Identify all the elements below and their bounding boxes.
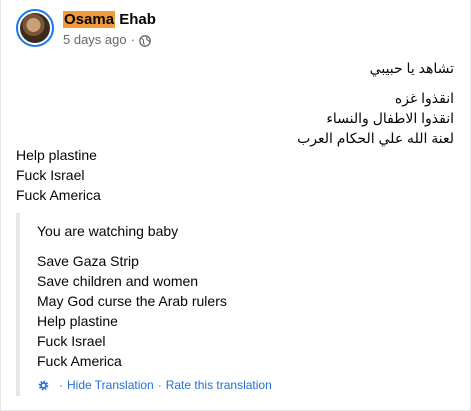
globe-icon[interactable]	[139, 34, 151, 47]
footer-separator: ·	[157, 378, 162, 392]
author-last-name[interactable]: Ehab	[119, 11, 156, 28]
translation-block: You are watching baby Save Gaza Strip Sa…	[16, 213, 452, 396]
avatar-image	[20, 13, 50, 43]
arabic-line: انقذوا غزه	[394, 90, 454, 106]
post-meta: Osama Ehab 5 days ago ·	[63, 10, 156, 49]
english-content: Help plastine Fuck Israel Fuck America	[16, 145, 101, 205]
subline-separator: ·	[130, 32, 135, 47]
translation-line: You are watching baby	[37, 223, 179, 239]
author-name[interactable]: Osama Ehab	[63, 10, 156, 30]
avatar[interactable]	[16, 9, 54, 47]
translation-line: May God curse the Arab rulers	[37, 293, 227, 309]
translation-footer: · Hide Translation · Rate this translati…	[37, 378, 272, 392]
footer-separator: ·	[59, 378, 63, 392]
arabic-line: لعنة الله علي الحكام العرب	[297, 130, 454, 146]
translation-line: Help plastine	[37, 313, 118, 329]
translation-line: Save Gaza Strip	[37, 253, 139, 269]
rate-translation-link[interactable]: Rate this translation	[166, 378, 272, 392]
gear-icon[interactable]	[37, 379, 50, 392]
arabic-line: تشاهد يا حبيبي	[369, 60, 454, 76]
timestamp[interactable]: 5 days ago	[63, 31, 127, 49]
english-line: Help plastine	[16, 147, 97, 163]
english-line: Fuck Israel	[16, 167, 85, 183]
english-line: Fuck America	[16, 187, 101, 203]
arabic-line: انقذوا الاطفال والنساء	[326, 110, 454, 126]
translation-line: Save children and women	[37, 273, 199, 289]
hide-translation-link[interactable]: Hide Translation	[67, 378, 154, 392]
author-first-name[interactable]: Osama	[63, 11, 116, 28]
arabic-content: تشاهد يا حبيبي انقذوا غزه انقذوا الاطفال…	[297, 58, 454, 148]
translation-line: Fuck America	[37, 353, 122, 369]
post-subline: 5 days ago ·	[63, 31, 156, 49]
translation-line: Fuck Israel	[37, 333, 106, 349]
post-card: Osama Ehab 5 days ago · تشاهد يا حبيبي ا…	[0, 0, 471, 411]
post-header: Osama Ehab 5 days ago ·	[16, 9, 156, 49]
